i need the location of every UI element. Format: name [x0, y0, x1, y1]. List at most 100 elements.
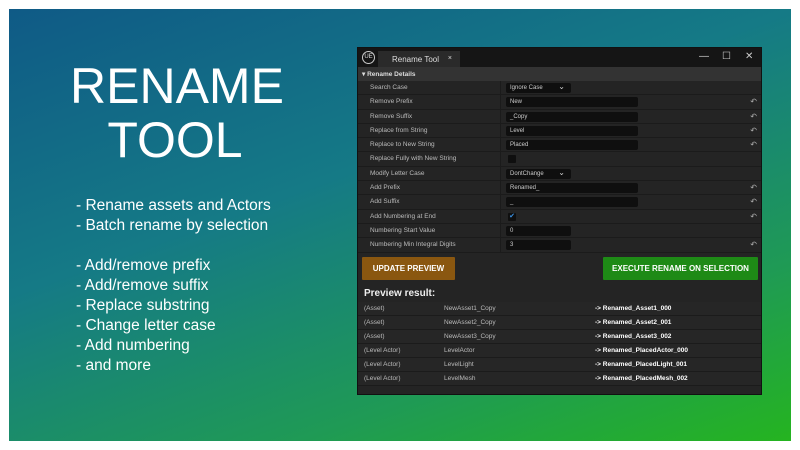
- feature-item: - Add/remove suffix: [76, 277, 209, 294]
- feature-item: - Replace substring: [76, 297, 210, 314]
- text-input[interactable]: _Copy: [506, 111, 638, 122]
- preview-name: LevelActor: [444, 347, 475, 354]
- property-label: Replace to New String: [370, 141, 435, 149]
- column-divider[interactable]: [500, 195, 501, 209]
- property-label: Add Prefix: [370, 184, 400, 192]
- tab-label: Rename Tool: [392, 55, 439, 64]
- property-row: Remove Prefix New ↶: [358, 95, 761, 110]
- property-label: Search Case: [370, 84, 408, 91]
- features-list-a: - Rename assets and Actors - Batch rename…: [76, 196, 271, 236]
- column-divider[interactable]: [500, 238, 501, 252]
- property-row: Add Numbering at End ✔ ↶: [358, 209, 761, 224]
- preview-name: NewAsset1_Copy: [444, 305, 496, 312]
- feature-item: - and more: [76, 357, 151, 374]
- reset-to-default-icon[interactable]: ↶: [750, 197, 757, 206]
- property-label: Add Suffix: [370, 198, 400, 206]
- preview-result-label: Preview result:: [364, 288, 436, 299]
- property-row: Search Case Ignore Case: [358, 81, 761, 96]
- column-divider[interactable]: [500, 138, 501, 152]
- text-input[interactable]: Renamed_: [506, 183, 638, 194]
- reset-to-default-icon[interactable]: ↶: [750, 112, 757, 121]
- feature-item: - Add numbering: [76, 337, 190, 354]
- property-row: Add Prefix Renamed_ ↶: [358, 181, 761, 196]
- property-label: Numbering Start Value: [370, 226, 436, 234]
- hero-title-2: TOOL: [107, 112, 243, 168]
- minimize-icon[interactable]: —: [699, 51, 709, 62]
- reset-to-default-icon[interactable]: ↶: [750, 97, 757, 106]
- preview-row: (Level Actor) LevelLight -> Renamed_Placed…: [358, 358, 761, 372]
- preview-result: -> Renamed_PlacedMesh_002: [595, 375, 688, 382]
- property-label: Remove Prefix: [370, 98, 413, 106]
- number-input[interactable]: 0: [506, 225, 571, 236]
- preview-name: LevelMesh: [444, 375, 476, 382]
- dropdown[interactable]: Ignore Case: [506, 82, 571, 93]
- update-preview-button[interactable]: UPDATE PREVIEW: [362, 257, 455, 280]
- property-row: Add Suffix _ ↶: [358, 195, 761, 210]
- tab-close-icon[interactable]: ×: [448, 55, 452, 62]
- preview-row: (Asset) NewAsset3_Copy -> Renamed_Asset3_0…: [358, 330, 761, 344]
- text-input[interactable]: Level: [506, 125, 638, 136]
- preview-list: (Asset) NewAsset1_Copy -> Renamed_Asset1_0…: [358, 302, 761, 386]
- property-row: Numbering Start Value 0: [358, 223, 761, 239]
- feature-item: - Batch rename by selection: [76, 217, 269, 234]
- tab-rename-tool[interactable]: Rename Tool ×: [378, 51, 460, 67]
- reset-to-default-icon[interactable]: ↶: [750, 240, 757, 249]
- feature-item: - Rename assets and Actors: [76, 197, 271, 214]
- property-row: Replace Fully with New String: [358, 152, 761, 167]
- preview-name: NewAsset2_Copy: [444, 319, 496, 326]
- close-icon[interactable]: ✕: [745, 51, 753, 62]
- column-divider[interactable]: [500, 95, 501, 109]
- text-input[interactable]: _: [506, 197, 638, 208]
- property-row: Replace from String Level ↶: [358, 123, 761, 139]
- column-divider[interactable]: [500, 209, 501, 223]
- property-row: Numbering Min Integral Digits 3 ↶: [358, 238, 761, 253]
- section-header-rename-details[interactable]: ▾ Rename Details: [358, 67, 761, 81]
- preview-type: (Level Actor): [364, 347, 401, 354]
- maximize-icon[interactable]: ☐: [722, 51, 731, 62]
- column-divider[interactable]: [500, 152, 501, 166]
- number-input[interactable]: 3: [506, 240, 571, 251]
- reset-to-default-icon[interactable]: ↶: [750, 183, 757, 192]
- reset-to-default-icon[interactable]: ↶: [750, 126, 757, 135]
- section-label: Rename Details: [367, 71, 416, 78]
- preview-type: (Asset): [364, 333, 385, 340]
- preview-result: -> Renamed_Asset1_000: [595, 305, 672, 312]
- reset-to-default-icon[interactable]: ↶: [750, 140, 757, 149]
- preview-row: (Asset) NewAsset1_Copy -> Renamed_Asset1_0…: [358, 302, 761, 316]
- preview-type: (Level Actor): [364, 361, 401, 368]
- property-label: Replace from String: [370, 126, 428, 134]
- preview-result: -> Renamed_PlacedActor_000: [595, 347, 689, 354]
- preview-row: (Level Actor) LevelMesh -> Renamed_PlacedM…: [358, 372, 761, 386]
- column-divider[interactable]: [500, 109, 501, 123]
- dropdown[interactable]: DontChange: [506, 168, 571, 179]
- column-divider[interactable]: [500, 166, 501, 181]
- preview-type: (Asset): [364, 305, 385, 312]
- reset-to-default-icon[interactable]: ↶: [750, 212, 757, 221]
- features-list-b: - Add/remove prefix - Add/remove suffix - …: [76, 256, 216, 376]
- feature-item: - Add/remove prefix: [76, 257, 211, 274]
- preview-name: LevelLight: [444, 361, 474, 368]
- column-divider[interactable]: [500, 81, 501, 95]
- preview-row: (Level Actor) LevelActor -> Renamed_Placed…: [358, 344, 761, 358]
- preview-result: -> Renamed_Asset3_002: [595, 333, 672, 340]
- rename-tool-window: UE Rename Tool × — ☐ ✕ ▾ Rename Details S…: [357, 47, 762, 395]
- column-divider[interactable]: [500, 181, 501, 195]
- text-input[interactable]: New: [506, 97, 638, 108]
- property-label: Remove Suffix: [370, 112, 413, 120]
- execute-rename-button[interactable]: EXECUTE RENAME ON SELECTION: [603, 257, 758, 280]
- preview-row: (Asset) NewAsset2_Copy -> Renamed_Asset2_0…: [358, 316, 761, 330]
- preview-result: -> Renamed_Asset2_001: [595, 319, 672, 326]
- column-divider[interactable]: [500, 223, 501, 238]
- checkbox[interactable]: [508, 155, 516, 164]
- property-label: Modify Letter Case: [370, 169, 425, 177]
- property-label: Replace Fully with New String: [370, 155, 457, 163]
- column-divider[interactable]: [500, 123, 501, 138]
- hero-title-1: RENAME: [70, 58, 284, 114]
- feature-item: - Change letter case: [76, 317, 216, 334]
- preview-type: (Asset): [364, 319, 385, 326]
- checkbox[interactable]: ✔: [508, 212, 516, 221]
- text-input[interactable]: Placed: [506, 140, 638, 151]
- preview-name: NewAsset3_Copy: [444, 333, 496, 340]
- unreal-logo-icon: UE: [362, 51, 375, 64]
- title-bar[interactable]: UE Rename Tool × — ☐ ✕: [358, 48, 761, 67]
